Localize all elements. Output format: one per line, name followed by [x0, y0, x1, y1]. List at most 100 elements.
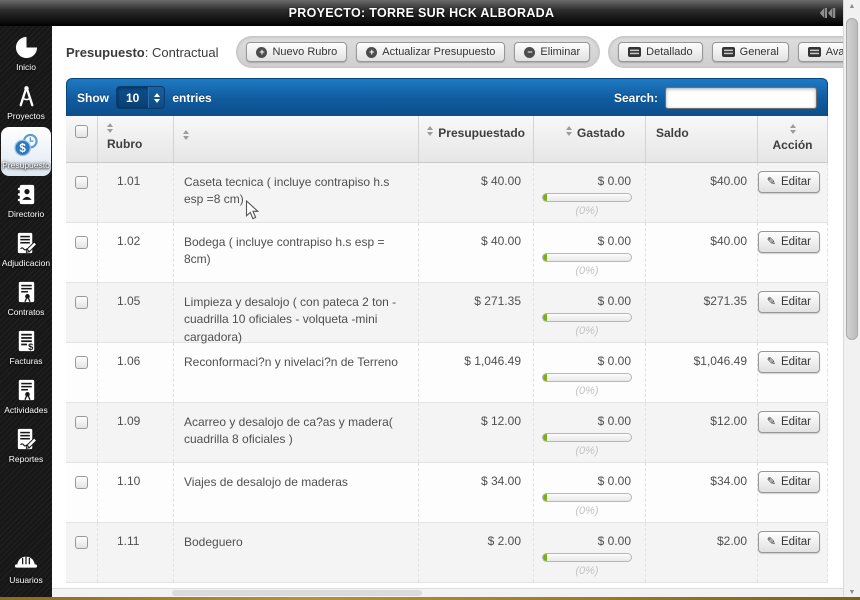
accion-header[interactable]: Acción [758, 116, 828, 162]
sidebar-item-directorio[interactable]: Directorio [0, 176, 52, 225]
select-all-cell [66, 116, 98, 162]
search-area: Search: [614, 87, 817, 109]
descripcion-cell: Caseta tecnica ( incluye contrapiso h.s … [174, 163, 419, 222]
app-window: PROYECTO: TORRE SUR HCK ALBORADA Inicio … [0, 0, 860, 600]
descripcion-header[interactable] [174, 116, 419, 162]
vertical-scrollbar-thumb[interactable] [846, 18, 858, 340]
editar-button[interactable]: ✎Editar [758, 291, 820, 313]
table-row: 1.01 Caseta tecnica ( incluye contrapiso… [66, 163, 828, 223]
document-seal-icon [14, 378, 39, 403]
editar-button[interactable]: ✎ Editar [758, 531, 820, 553]
button-label: Actualizar Presupuesto [382, 46, 495, 58]
saldo-cell: $40.00 [646, 223, 758, 282]
page-size-select[interactable]: 10 [116, 86, 165, 109]
gastado-cell: $ 0.00 (0%) [534, 283, 646, 342]
descripcion-cell: Reconformaci?n y nivelaci?n de Terreno [174, 343, 419, 402]
progress-bar [542, 373, 632, 382]
horizontal-scrollbar[interactable] [52, 588, 843, 597]
progress-percent: (0%) [542, 443, 632, 457]
saldo-cell: $12.00 [646, 403, 758, 462]
sidebar-item-reportes[interactable]: Reportes [0, 421, 52, 470]
rubro-cell: 1.09 [98, 403, 174, 462]
gastado-amount: $ 0.00 [542, 234, 631, 248]
column-label: Rubro [107, 137, 165, 151]
presupuestado-cell: $ 271.35 [419, 283, 534, 342]
row-checkbox[interactable] [75, 416, 88, 429]
rubro-cell: 1.06 [98, 343, 174, 402]
descripcion-cell: Acarreo y desalojo de ca?as y madera( cu… [174, 403, 419, 462]
button-label: Editar [781, 536, 811, 548]
table-row: 1.10 Viajes de desalojo de maderas $ 34.… [66, 463, 828, 523]
row-checkbox[interactable] [75, 356, 88, 369]
column-label: Gastado [577, 126, 625, 140]
eliminar-button[interactable]: − Eliminar [514, 42, 590, 62]
sidebar-item-usuarios[interactable]: Usuarios [0, 543, 52, 592]
progress-fill [543, 434, 547, 441]
pencil-icon: ✎ [767, 537, 776, 548]
row-checkbox[interactable] [75, 536, 88, 549]
sidebar-item-presupuesto[interactable]: $ Presupuesto [1, 127, 51, 176]
sidebar-item-label: Actividades [4, 405, 47, 415]
select-all-checkbox[interactable] [75, 125, 88, 138]
search-label: Search: [614, 91, 658, 105]
editar-button[interactable]: ✎Editar [758, 471, 820, 493]
action-button-group: + Nuevo Rubro + Actualizar Presupuesto −… [236, 36, 600, 68]
actualizar-presupuesto-button[interactable]: + Actualizar Presupuesto [356, 42, 505, 62]
page-size-value: 10 [117, 87, 148, 108]
sidebar-item-actividades[interactable]: Actividades [0, 372, 52, 421]
general-button[interactable]: General [712, 42, 789, 62]
gastado-header[interactable]: Gastado [534, 116, 646, 162]
nuevo-rubro-button[interactable]: + Nuevo Rubro [246, 42, 347, 62]
scroll-up-icon[interactable]: ▲ [844, 2, 860, 12]
vertical-scrollbar[interactable]: ▲ ▼ [843, 0, 860, 600]
editar-button[interactable]: ✎Editar [758, 171, 820, 193]
svg-text:$: $ [19, 143, 26, 155]
presupuestado-header[interactable]: Presupuestado [419, 116, 534, 162]
saldo-header[interactable]: Saldo [646, 116, 758, 162]
rubro-cell: 1.02 [98, 223, 174, 282]
progress-percent: (0%) [542, 203, 632, 217]
row-checkbox[interactable] [75, 296, 88, 309]
sidebar-item-proyectos[interactable]: Proyectos [0, 78, 52, 127]
row-checkbox[interactable] [75, 476, 88, 489]
gastado-cell: $ 0.00 (0%) [534, 523, 646, 582]
view-button-group: Detallado General Avance Cronograma [608, 36, 860, 68]
descripcion-cell: Bodega ( incluye contrapiso h.s esp = 8c… [174, 223, 419, 282]
progress-fill [543, 194, 547, 201]
sidebar-item-inicio[interactable]: Inicio [0, 29, 52, 78]
progress-percent: (0%) [542, 383, 632, 397]
search-input[interactable] [665, 87, 817, 109]
sidebar-item-adjudicacion[interactable]: Adjudicacion [0, 225, 52, 274]
editar-button[interactable]: ✎Editar [758, 231, 820, 253]
presupuestado-cell: $ 12.00 [419, 403, 534, 462]
editar-button[interactable]: ✎Editar [758, 411, 820, 433]
presupuestado-cell: $ 2.00 [419, 523, 534, 582]
editar-button[interactable]: ✎Editar [758, 351, 820, 373]
rubro-header[interactable]: Rubro [98, 116, 174, 162]
table-row: 1.11 Bodeguero $ 2.00 $ 0.00 (0%) $2.00 … [66, 523, 828, 583]
project-title: PROYECTO: TORRE SUR HCK ALBORADA [289, 6, 555, 20]
progress-fill [543, 554, 547, 561]
document-pencil-icon [14, 427, 39, 452]
row-checkbox[interactable] [75, 236, 88, 249]
gastado-amount: $ 0.00 [542, 414, 631, 428]
gastado-cell: $ 0.00 (0%) [534, 163, 646, 222]
horizontal-scrollbar-thumb[interactable] [172, 590, 422, 596]
rubro-cell: 1.05 [98, 283, 174, 342]
table-row: 1.09 Acarreo y desalojo de ca?as y mader… [66, 403, 828, 463]
main-content: Presupuesto: Contractual + Nuevo Rubro +… [52, 26, 843, 600]
compass-icon [14, 84, 39, 109]
gastado-cell: $ 0.00 (0%) [534, 403, 646, 462]
sidebar-nav: Inicio Proyectos $ Presupuesto Directori… [0, 26, 52, 600]
presupuestado-cell: $ 34.00 [419, 463, 534, 522]
svg-text:$: $ [28, 342, 33, 352]
table-row: 1.05 Limpieza y desalojo ( con pateca 2 … [66, 283, 828, 343]
detallado-button[interactable]: Detallado [618, 42, 702, 62]
sidebar-item-label: Presupuesto [2, 160, 50, 170]
row-checkbox[interactable] [75, 176, 88, 189]
sidebar-item-contratos[interactable]: Contratos [0, 274, 52, 323]
sidebar-item-facturas[interactable]: $ Facturas [0, 323, 52, 372]
collapse-left-icon[interactable] [819, 7, 836, 19]
document-dollar-icon: $ [14, 329, 39, 354]
sidebar-spacer [0, 470, 52, 543]
